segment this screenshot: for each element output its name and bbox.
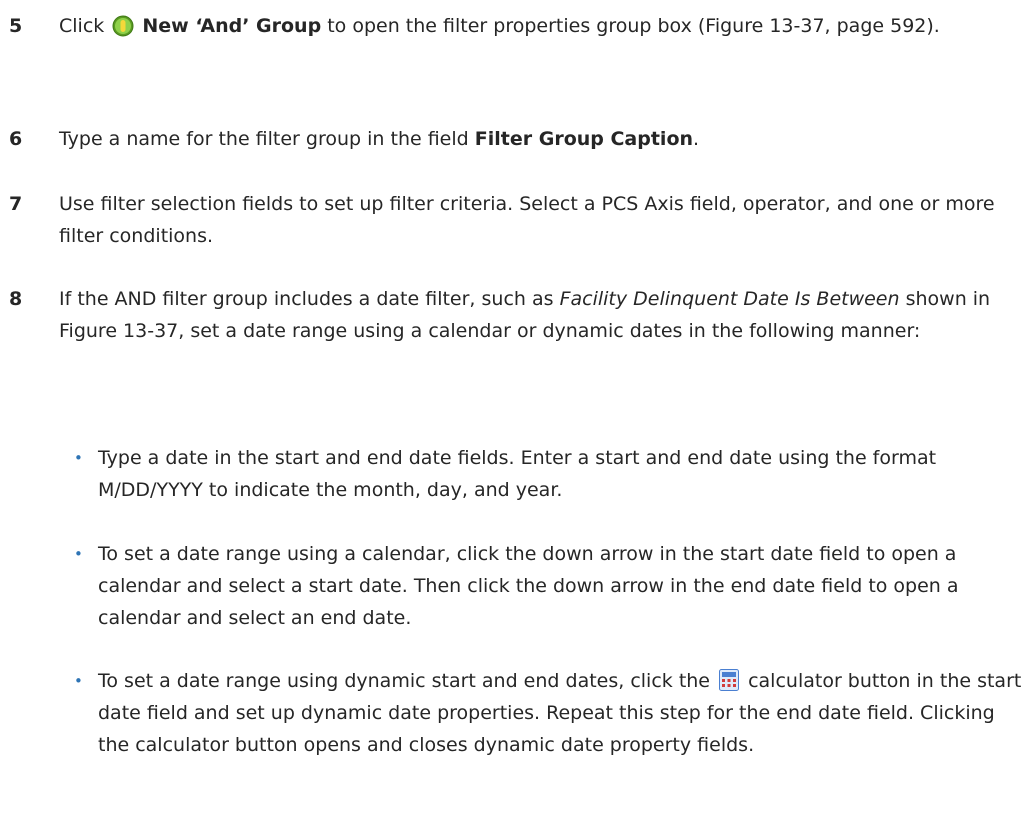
step-number: 5: [9, 15, 23, 37]
step-text: Use filter selection fields to set up fi…: [59, 193, 995, 247]
step-lead: Click: [59, 15, 105, 37]
step-tail: .: [693, 128, 700, 150]
step-number: 6: [9, 128, 23, 150]
step-text: If the AND filter group includes a date …: [59, 283, 1025, 347]
bullet-marker: •: [74, 545, 83, 563]
step-number: 8: [9, 288, 23, 310]
bullet-lead: To set a date range using dynamic start …: [98, 670, 710, 692]
calculator-icon: [719, 669, 740, 691]
step-rest: to open the filter properties group box …: [327, 15, 940, 37]
bullet-text: Type a date in the start and end date fi…: [98, 447, 937, 501]
step-lead: Type a name for the filter group in the …: [59, 128, 469, 150]
new-and-group-button-label: New ‘And’ Group: [142, 15, 322, 37]
and-group-icon: [112, 15, 134, 37]
bullet-marker: •: [74, 449, 83, 467]
document-page: 5 Click New ‘And’ Group to open the filt…: [0, 0, 1032, 822]
bullet-text: To set a date range using dynamic start …: [98, 665, 1028, 761]
step-lead: If the AND filter group includes a date …: [59, 288, 554, 310]
step-number: 7: [9, 193, 23, 215]
italic-filter-name: Facility Delinquent Date Is Between: [559, 288, 900, 310]
step-text: Click New ‘And’ Group to open the filter…: [59, 10, 1025, 42]
step-text: Type a name for the filter group in the …: [59, 123, 1025, 155]
field-name: Filter Group Caption: [474, 128, 694, 150]
bullet-text: To set a date range using a calendar, cl…: [98, 543, 959, 629]
bullet-marker: •: [74, 672, 83, 690]
